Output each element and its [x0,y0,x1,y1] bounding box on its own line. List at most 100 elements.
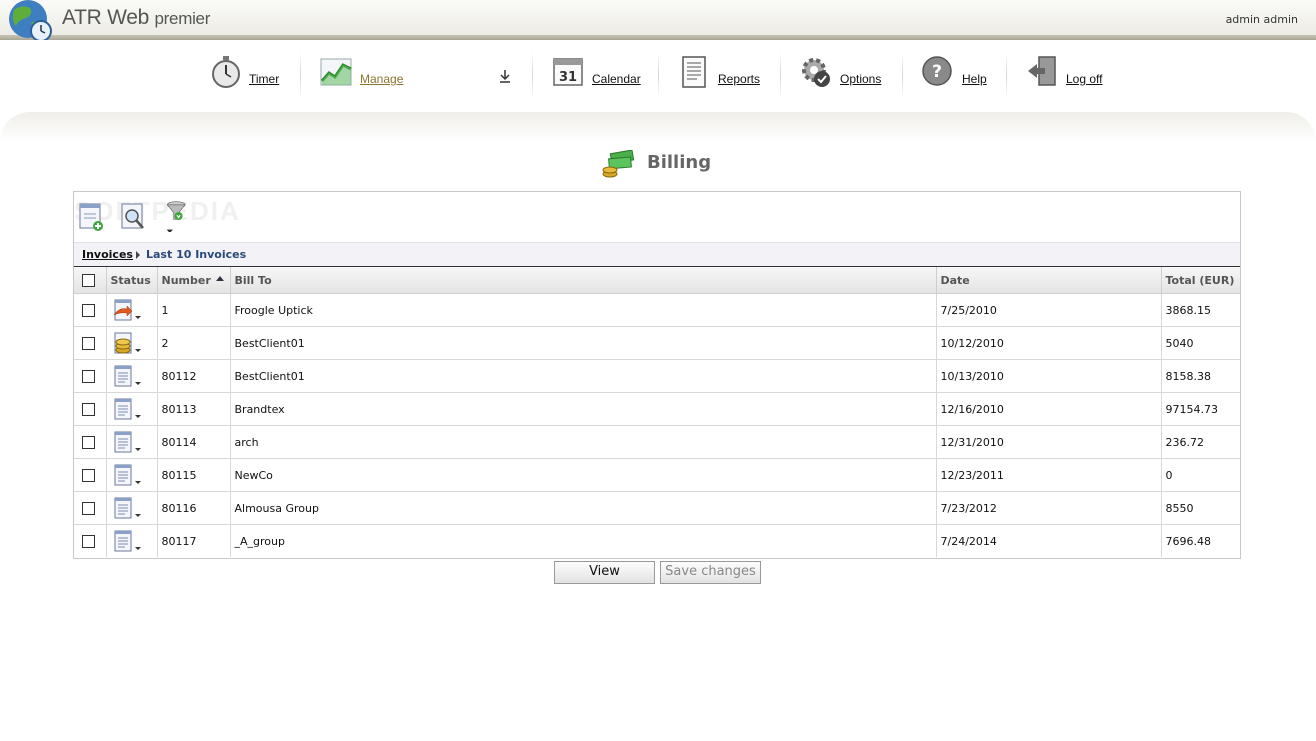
status-dropdown[interactable] [111,462,141,488]
row-total: 5040 [1161,326,1240,360]
invoice-draft-icon [114,497,131,519]
status-dropdown[interactable] [111,363,141,389]
row-date: 7/24/2014 [936,524,1162,557]
billing-money-icon [602,150,635,178]
row-date: 7/23/2012 [936,491,1162,525]
row-checkbox[interactable] [82,303,95,317]
row-checkbox[interactable] [82,501,95,515]
nav-calendar[interactable]: 31 Calendar [552,52,647,112]
search-invoice-icon[interactable] [118,200,148,232]
row-total: 3868.15 [1161,293,1240,327]
select-all-checkbox[interactable] [82,273,95,287]
nav-logoff[interactable]: Log off [1025,52,1115,112]
invoice-panel: SOFTPEDIA Invoices Last 10 Invoices Stat… [73,191,1241,559]
row-date: 7/25/2010 [936,293,1162,327]
download-arrow-icon[interactable] [499,69,511,83]
row-select-cell [74,524,107,557]
page-title: Billing [647,152,712,173]
row-checkbox[interactable] [82,336,95,350]
nav-calendar-label: Calendar [592,72,641,86]
user-name[interactable]: admin admin [1226,13,1298,26]
status-dropdown[interactable] [111,528,141,554]
row-bill-to: BestClient01 [230,326,937,360]
row-number: 80115 [157,458,231,492]
status-dropdown[interactable] [111,429,141,455]
chevron-down-icon [134,448,141,451]
new-invoice-icon[interactable] [76,200,106,232]
row-total: 8158.38 [1161,359,1240,393]
row-bill-to: BestClient01 [230,359,937,393]
row-checkbox[interactable] [82,369,95,383]
table-row[interactable]: 80114 arch 12/31/2010 236.72 [74,425,1240,459]
nav-help-label: Help [962,72,987,86]
row-number: 80112 [157,359,231,393]
table-row[interactable]: 1 Froogle Uptick 7/25/2010 3868.15 [74,293,1240,327]
nav-timer[interactable]: Timer [209,52,289,112]
row-date: 10/12/2010 [936,326,1162,360]
status-dropdown[interactable] [111,396,141,422]
column-header-bill-to[interactable]: Bill To [230,267,937,294]
nav-help[interactable]: ? Help [921,52,996,112]
nav-reports[interactable]: Reports [679,52,769,112]
row-status-cell [106,392,158,426]
status-dropdown[interactable] [111,330,141,356]
save-changes-button[interactable]: Save changes [660,561,761,584]
row-status-cell [106,359,158,393]
row-date: 12/23/2011 [936,458,1162,492]
row-date: 12/16/2010 [936,392,1162,426]
breadcrumb-separator-icon [136,251,140,259]
row-bill-to: Froogle Uptick [230,293,937,327]
content-panel-top [0,112,1316,142]
row-checkbox[interactable] [82,435,95,449]
main-nav: Timer Manage 31 Calendar Reports Options… [0,40,1316,116]
table-row[interactable]: 80112 BestClient01 10/13/2010 8158.38 [74,359,1240,393]
select-all-header [74,267,107,294]
nav-options-label: Options [840,72,882,86]
filter-icon[interactable] [162,200,192,232]
app-title: ATR Web premier [62,6,211,29]
nav-options[interactable]: Options [799,52,894,112]
breadcrumb-current: Last 10 Invoices [146,248,247,261]
row-checkbox[interactable] [82,468,95,482]
row-total: 0 [1161,458,1240,492]
row-status-cell [106,458,158,492]
column-header-date[interactable]: Date [936,267,1162,294]
row-select-cell [74,425,107,459]
invoice-toolbar: SOFTPEDIA [74,192,1240,242]
chevron-down-icon [134,382,141,385]
column-header-total[interactable]: Total (EUR) [1161,267,1240,294]
invoice-draft-icon [114,530,131,552]
invoice-draft-icon [114,431,131,453]
view-button[interactable]: View [554,561,655,584]
column-header-status[interactable]: Status [106,267,158,294]
row-number: 80114 [157,425,231,459]
column-header-number[interactable]: Number [157,267,231,294]
row-checkbox[interactable] [82,402,95,416]
column-header-number-label: Number [161,273,211,287]
row-date: 12/31/2010 [936,425,1162,459]
row-number: 80116 [157,491,231,525]
table-row[interactable]: 80117 _A_group 7/24/2014 7696.48 [74,524,1240,557]
row-date: 10/13/2010 [936,359,1162,393]
table-row[interactable]: 2 BestClient01 10/12/2010 5040 [74,326,1240,360]
table-row[interactable]: 80115 NewCo 12/23/2011 0 [74,458,1240,492]
row-status-cell [106,326,158,360]
breadcrumb-invoices-link[interactable]: Invoices [82,248,133,261]
nav-logoff-label: Log off [1066,72,1103,86]
svg-text:?: ? [932,62,942,82]
invoice-sent-icon [112,299,132,321]
table-row[interactable]: 80113 Brandtex 12/16/2010 97154.73 [74,392,1240,426]
report-icon [682,56,706,88]
nav-reports-label: Reports [718,72,761,86]
status-dropdown[interactable] [111,297,141,323]
row-checkbox[interactable] [82,534,95,548]
status-dropdown[interactable] [111,495,141,521]
table-row[interactable]: 80116 Almousa Group 7/23/2012 8550 [74,491,1240,525]
row-status-cell [106,425,158,459]
nav-manage[interactable]: Manage [319,52,419,112]
row-status-cell [106,293,158,327]
row-total: 97154.73 [1161,392,1240,426]
invoice-table: Status Number Bill To Date Total (EUR) 1… [74,267,1240,557]
nav-separator [902,52,903,98]
chart-icon [320,58,352,86]
